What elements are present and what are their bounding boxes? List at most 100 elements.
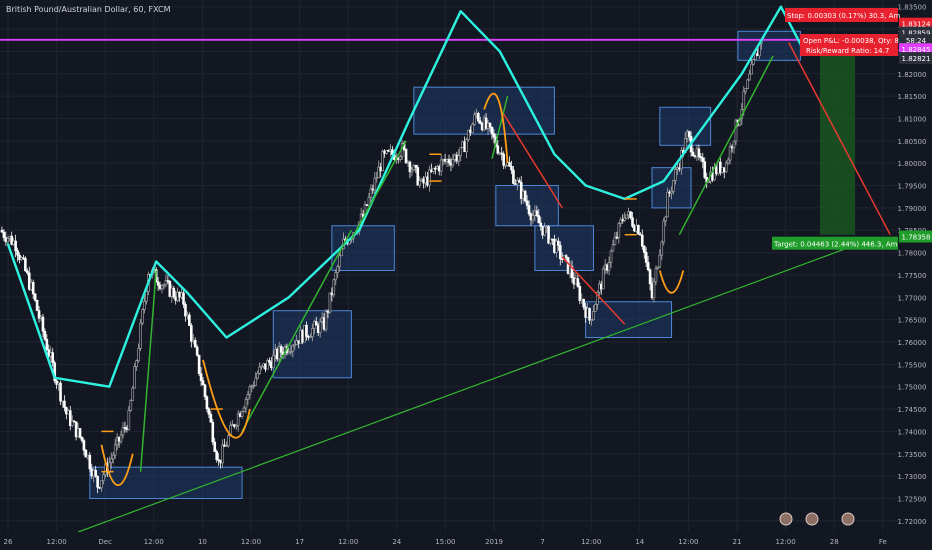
candle-body [43,331,47,340]
candle-body [373,177,377,191]
open-pnl-label: Open P&L: -0.00038, Qty: 8 [803,37,899,45]
candle-body [244,398,248,409]
candle-body [496,145,500,154]
candle-body [2,231,6,238]
candle-body [642,246,646,253]
candle-body [666,191,669,218]
candle-body [184,304,187,317]
candle-body [227,435,230,446]
candle-body [476,113,480,122]
price-tick-label: 1.79500 [898,183,927,191]
time-tick-label: 21 [733,538,742,546]
candle-body [338,255,341,268]
price-chart[interactable]: 1.72000 1.72500 1.73000 1.73500 1.74000 1.745… [0,0,932,550]
candle-body [701,157,705,163]
candle-body [59,382,62,402]
candle-body [703,161,707,178]
candle-body [537,215,541,224]
candle-body [109,458,113,464]
candle-body [750,63,753,75]
price-tick-label: 1.79000 [898,205,927,213]
candle-body [131,387,135,401]
price-zone-box[interactable] [585,301,673,339]
candle-body [82,440,86,451]
candle-body [601,268,605,290]
event-flag-icon[interactable] [805,512,819,526]
candle-body [748,73,751,81]
candle-body [609,250,613,263]
candle-body [78,428,82,438]
candle-body [211,421,215,443]
candle-body [305,324,308,337]
candle-body [742,90,746,110]
last-price-badge: 1.82821 [902,55,931,63]
time-tick-label: 12:00 [678,538,698,546]
risk-reward-label: Risk/Reward Ratio: 14.7 [806,47,889,55]
candle-body [658,254,662,268]
candle-body [558,245,562,259]
candle-body [451,159,455,166]
candle-body [133,366,136,389]
candle-body [652,281,656,299]
candle-body [201,380,205,386]
candle-body [752,59,755,65]
candle-body [697,148,701,157]
candle-body [6,238,10,243]
candle-body [197,354,201,375]
candle-body [582,298,586,308]
price-tick-label: 1.78000 [898,250,927,258]
target-label: Target: 0.04463 (2.44%) 446.3, Am [773,241,898,249]
candle-body [314,321,318,326]
candle-body [209,413,213,423]
price-tick-label: 1.75000 [898,384,927,392]
candle-body [418,180,422,186]
candle-body [190,325,193,342]
candle-body [672,180,675,192]
chart-title: British Pound/Australian Dollar, 60, FXC… [6,5,171,14]
candle-body [490,126,494,134]
time-tick-label: 17 [295,538,304,546]
price-tick-label: 1.77000 [898,294,927,302]
time-tick-label: Fe [879,538,887,546]
price-tick-label: 1.81000 [898,115,927,123]
candle-body [272,354,275,369]
candle-body [172,287,176,298]
candle-body [215,451,218,460]
candle-body [14,240,17,251]
candle-body [492,133,496,138]
candle-body [207,408,211,415]
candle-body [631,217,634,227]
price-tick-label: 1.73500 [898,451,927,459]
time-tick-label: 15:00 [435,538,455,546]
candle-body [119,434,123,442]
candle-body [428,169,431,186]
time-tick-label: 12:00 [338,538,358,546]
candle-body [660,241,664,256]
candle-body [334,272,338,281]
candle-body [732,140,736,149]
stop-label: Stop: 0.00303 (0.17%) 30.3, Am [787,12,900,20]
candle-body [576,278,580,287]
price-tick-label: 1.82000 [898,71,927,79]
time-tick-label: 2019 [485,538,503,546]
event-flag-icon[interactable] [779,512,793,526]
candle-body [557,240,560,246]
candle-body [629,211,632,218]
price-tick-label: 1.80500 [898,138,927,146]
price-tick-label: 1.74500 [898,406,927,414]
candle-body [311,328,314,338]
candle-body [539,222,543,227]
candle-body [127,410,131,430]
candle-body [535,210,539,216]
candle-body [578,286,582,301]
candle-body [24,258,27,272]
time-tick-label: 28 [830,538,839,546]
candle-body [100,480,103,489]
event-flag-icon[interactable] [841,512,855,526]
candle-body [687,131,691,137]
candle-body [744,88,748,92]
candle-body [16,250,19,256]
candle-body [523,190,527,202]
candle-body [478,120,482,124]
candle-body [617,223,621,238]
